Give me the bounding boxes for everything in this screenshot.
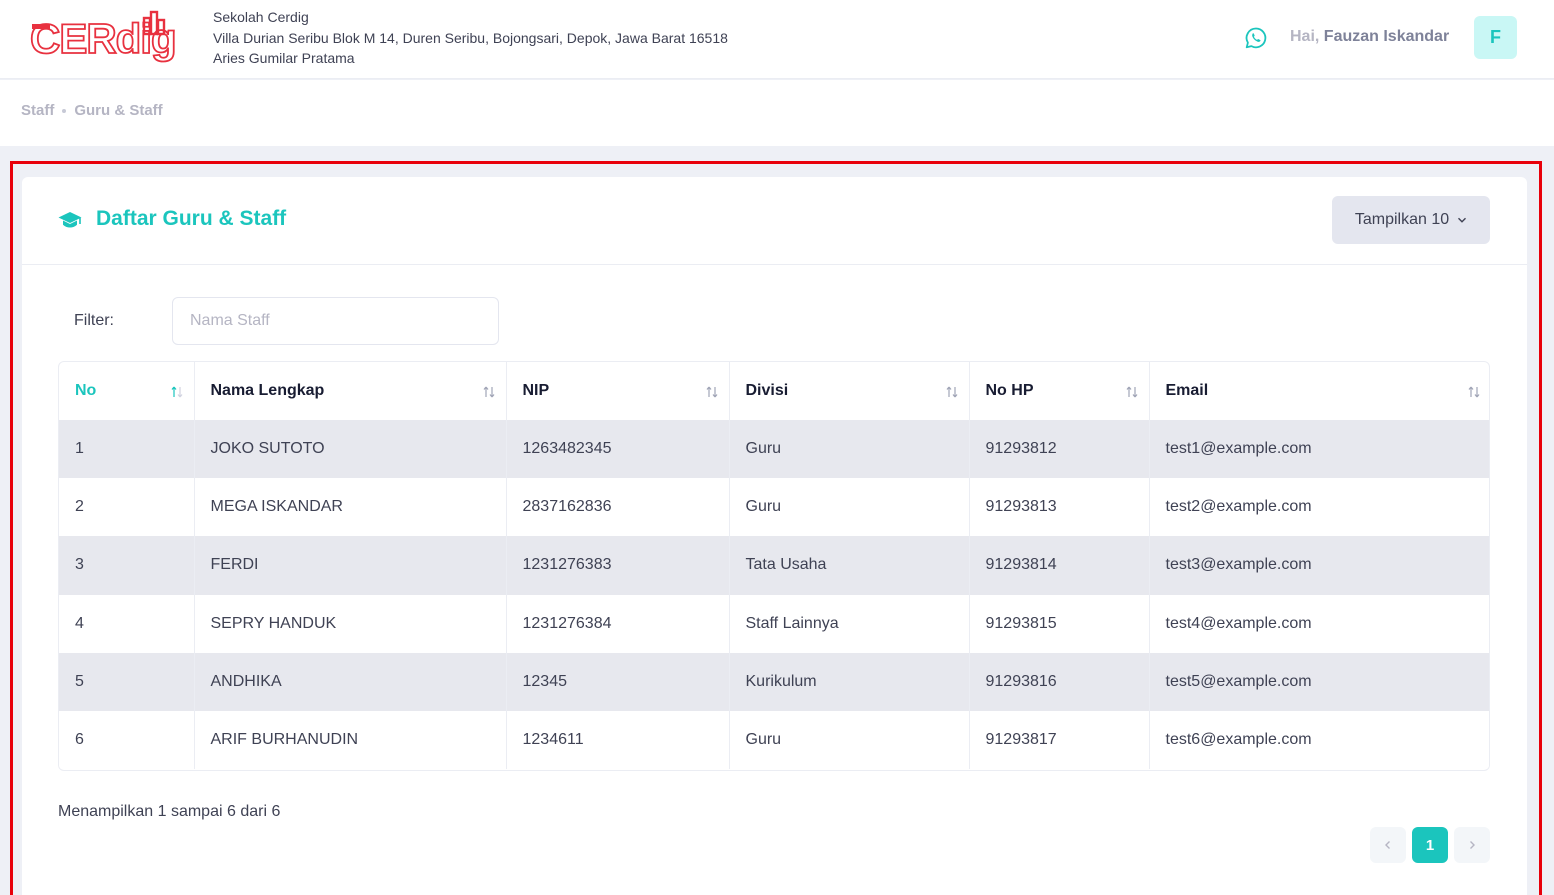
subheader: Staff Guru & Staff xyxy=(0,80,1554,146)
logo-text: CERdig xyxy=(30,15,176,62)
principal-name: Aries Gumilar Pratama xyxy=(213,50,355,66)
school-name: Sekolah Cerdig xyxy=(213,9,309,25)
greeting-text: Hai, xyxy=(1290,28,1324,45)
breadcrumb: Staff Guru & Staff xyxy=(21,102,163,119)
breadcrumb-staff[interactable]: Staff xyxy=(21,102,54,119)
school-address: Villa Durian Seribu Blok M 14, Duren Ser… xyxy=(213,29,728,46)
user-name: Fauzan Iskandar xyxy=(1323,28,1450,45)
school-info: Sekolah Cerdig Villa Durian Seribu Blok … xyxy=(213,7,728,69)
breadcrumb-separator xyxy=(62,108,67,113)
top-header: CERdig Sekolah Cerdig Villa Durian Serib… xyxy=(0,0,1554,79)
user-greeting[interactable]: Hai, Fauzan Iskandar xyxy=(1290,26,1449,48)
breadcrumb-guru-staff[interactable]: Guru & Staff xyxy=(74,102,162,119)
whatsapp-icon[interactable] xyxy=(1244,26,1268,50)
highlight-frame xyxy=(10,161,1542,895)
avatar[interactable]: F xyxy=(1474,16,1517,59)
cerdig-logo[interactable]: CERdig xyxy=(28,8,198,70)
